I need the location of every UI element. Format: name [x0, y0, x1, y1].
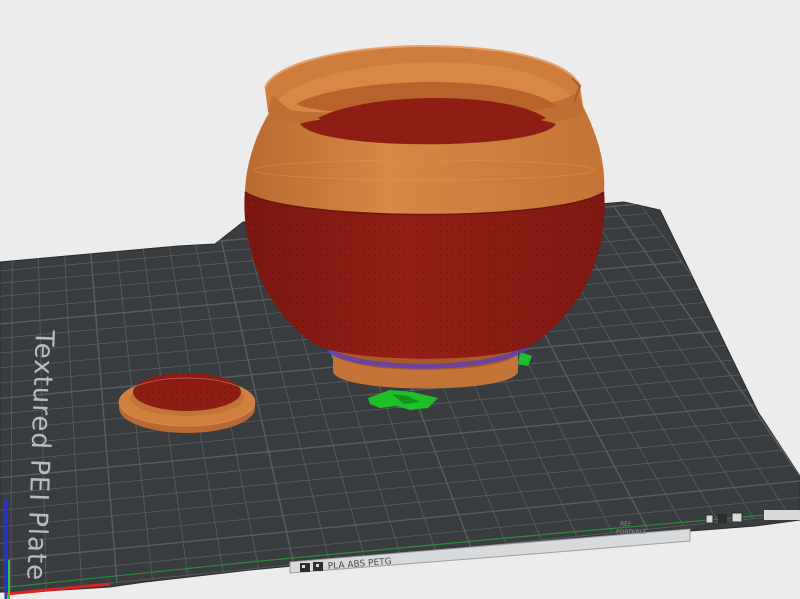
3d-viewport[interactable]: Textured PEI Plate PLA ABS PETG REF PORT… — [0, 0, 800, 599]
scene[interactable]: Textured PEI Plate PLA ABS PETG REF PORT… — [0, 0, 800, 599]
plate-corner-text-2: PORTABLE — [616, 529, 647, 536]
plate-corner-text-1: REF — [620, 521, 632, 528]
